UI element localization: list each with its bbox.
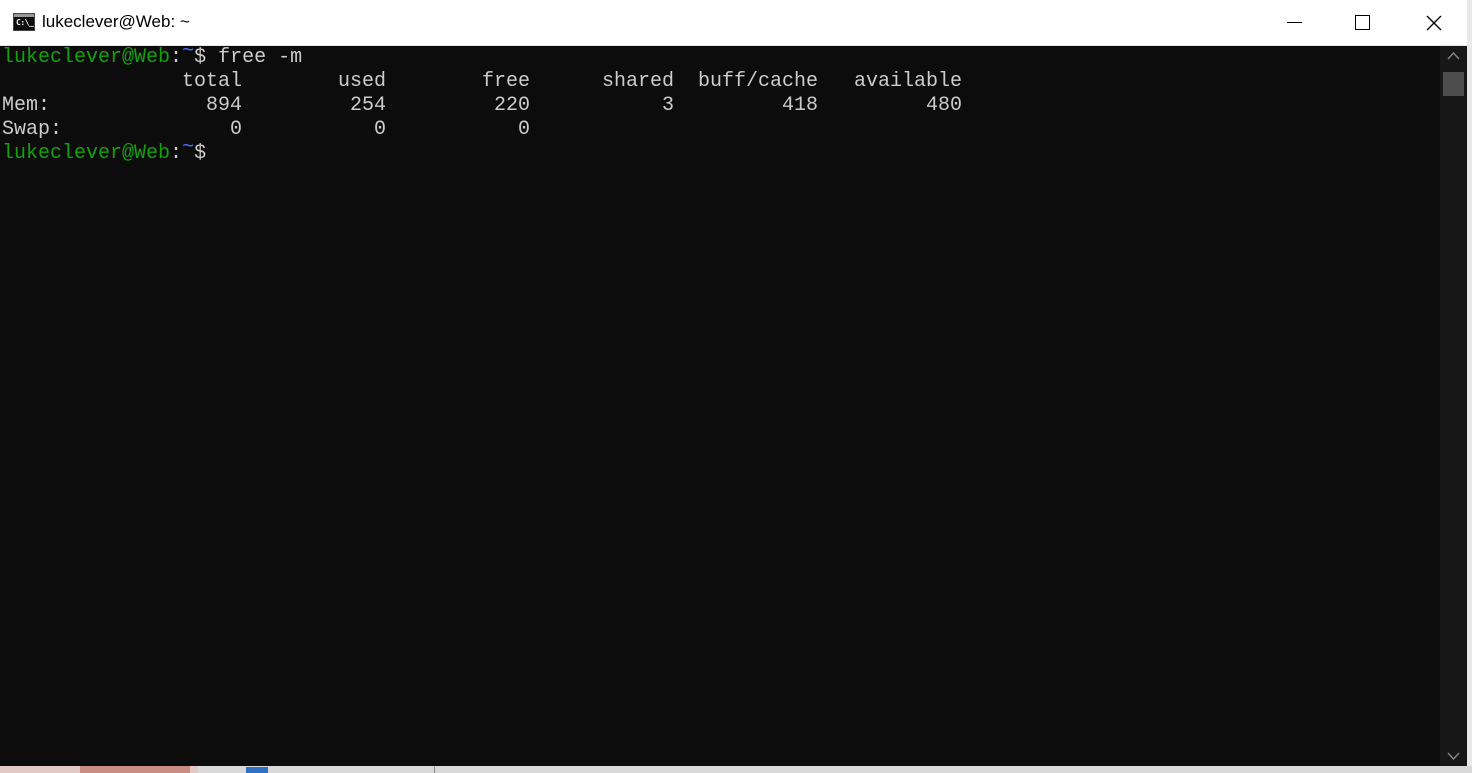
prompt-user-host: lukeclever@Web xyxy=(2,46,171,69)
mem-available: 480 xyxy=(925,94,962,117)
chevron-down-icon xyxy=(1447,752,1460,760)
terminal-output[interactable]: lukeclever@Web:~$ free -m total used free s… xyxy=(2,40,1440,766)
vertical-scrollbar[interactable] xyxy=(1440,46,1467,766)
scroll-up-button[interactable] xyxy=(1440,46,1467,66)
maximize-button[interactable] xyxy=(1328,0,1398,45)
desktop-edge xyxy=(1467,0,1472,773)
mem-buff-cache: 418 xyxy=(781,94,818,117)
desktop-taskbar-strip xyxy=(0,766,1472,773)
prompt-colon: : xyxy=(170,46,183,69)
table-row: Mem: 894 254 220 3 418 480 xyxy=(2,94,1440,118)
table-row: Swap: 0 0 0 xyxy=(2,118,1440,142)
scrollbar-thumb[interactable] xyxy=(1443,72,1464,96)
minimize-icon xyxy=(1287,22,1302,23)
header-buff-cache: buff/cache xyxy=(697,70,818,93)
header-available: available xyxy=(853,70,962,93)
row-label-mem: Mem: xyxy=(2,94,51,117)
header-free: free xyxy=(481,70,530,93)
console-icon[interactable]: C:\_ xyxy=(13,13,35,31)
prompt-colon: : xyxy=(170,142,183,165)
mem-free: 220 xyxy=(493,94,530,117)
header-shared: shared xyxy=(601,70,674,93)
taskbar-divider xyxy=(434,766,435,773)
header-used: used xyxy=(337,70,386,93)
prompt-symbol: $ xyxy=(194,142,207,165)
close-icon xyxy=(1426,15,1442,31)
header-total: total xyxy=(181,70,242,93)
mem-shared: 3 xyxy=(661,94,674,117)
swap-total: 0 xyxy=(229,118,242,141)
prompt-path: ~ xyxy=(182,40,195,63)
swap-free: 0 xyxy=(517,118,530,141)
mem-used: 254 xyxy=(349,94,386,117)
chevron-up-icon xyxy=(1447,52,1460,60)
title-bar[interactable]: C:\_ lukeclever@Web: ~ xyxy=(0,0,1472,46)
prompt-symbol: $ xyxy=(194,46,207,69)
prompt-user-host: lukeclever@Web xyxy=(2,142,171,165)
close-button[interactable] xyxy=(1399,0,1472,45)
minimize-button[interactable] xyxy=(1259,0,1329,45)
prompt-line: lukeclever@Web:~$ xyxy=(2,136,1440,166)
row-label-swap: Swap: xyxy=(2,118,63,141)
prompt-path: ~ xyxy=(182,136,195,159)
taskbar-item[interactable] xyxy=(246,767,268,773)
table-header-row: total used free shared buff/cache available xyxy=(2,70,1440,94)
terminal-window: C:\_ lukeclever@Web: ~ lukeclever@Web:~$… xyxy=(0,0,1472,773)
maximize-icon xyxy=(1355,15,1370,30)
command-text: free -m xyxy=(206,46,303,69)
command-line: lukeclever@Web:~$ free -m xyxy=(2,40,1440,70)
swap-used: 0 xyxy=(373,118,386,141)
window-title: lukeclever@Web: ~ xyxy=(42,12,190,31)
wallpaper-sliver xyxy=(80,766,190,773)
mem-total: 894 xyxy=(205,94,242,117)
scroll-down-button[interactable] xyxy=(1440,746,1467,766)
